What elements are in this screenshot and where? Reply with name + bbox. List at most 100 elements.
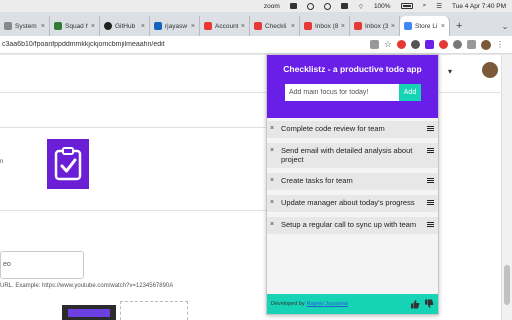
main-focus-input[interactable] (285, 84, 399, 101)
task-item[interactable]: × Update manager about today's progress (267, 195, 438, 212)
remove-task-icon[interactable]: × (270, 124, 281, 132)
search-icon[interactable]: ⌕ (423, 0, 427, 12)
tab-title: Store Li (415, 22, 438, 30)
url-hint-text: URL. Example: https://www.youtube.com/wa… (0, 283, 174, 289)
status-icon[interactable] (340, 0, 348, 12)
puzzle-icon[interactable] (467, 40, 476, 49)
drag-handle-icon[interactable] (427, 124, 436, 131)
browser-tab[interactable]: rjayasw × (150, 16, 200, 36)
tab-favicon (404, 22, 412, 30)
avatar[interactable] (482, 62, 498, 78)
bookmark-star-icon[interactable]: ☆ (384, 39, 392, 50)
battery-percent: 100% (373, 2, 391, 10)
popup-footer: Developed by Rajeev Jayaswal (267, 294, 438, 314)
browser-tab[interactable]: Squad h × (50, 16, 100, 36)
remove-task-icon[interactable]: × (270, 146, 281, 154)
task-item[interactable]: × Setup a regular call to sync up with t… (267, 217, 438, 234)
tab-close-icon[interactable]: × (41, 23, 45, 30)
address-bar[interactable]: c3aa6b10/fpoanfppddmmkkjckjomcbmjilmeaah… (0, 41, 370, 48)
wifi-icon[interactable]: ⌔ (358, 0, 364, 12)
browser-tab[interactable]: System F × (0, 16, 50, 36)
divider (0, 210, 290, 211)
tab-close-icon[interactable]: × (391, 23, 395, 30)
new-tab-button[interactable]: + (450, 16, 468, 36)
tab-close-icon[interactable]: × (191, 23, 195, 30)
browser-toolbar: c3aa6b10/fpoanfppddmmkkjckjomcbmjilmeaah… (0, 36, 512, 54)
control-center-icon[interactable]: ☰ (436, 0, 442, 12)
status-icon[interactable] (289, 0, 297, 12)
popup-header: Checklistz - a productive todo app Add (267, 55, 438, 118)
extension-icon[interactable] (411, 40, 420, 49)
tab-close-icon[interactable]: × (141, 23, 145, 30)
divider (0, 127, 290, 128)
browser-tab[interactable]: GitHub × (100, 16, 150, 36)
tab-title: Squad h (65, 22, 88, 30)
author-link[interactable]: Rajeev Jayaswal (307, 301, 348, 307)
extension-icon[interactable] (439, 40, 448, 49)
task-text[interactable]: Setup a regular call to sync up with tea… (281, 220, 427, 229)
task-item[interactable]: × Send email with detailed analysis abou… (267, 143, 438, 168)
extension-logo-clipboard-icon (47, 139, 89, 189)
tab-close-icon[interactable]: × (291, 23, 295, 30)
remove-task-icon[interactable]: × (270, 176, 281, 184)
browser-tab[interactable]: Inbox (8 × (300, 16, 350, 36)
browser-tab-strip: System F × Squad h × GitHub × rjayasw × … (0, 12, 512, 36)
drag-handle-icon[interactable] (427, 176, 436, 183)
thumbs-down-icon[interactable] (424, 299, 434, 309)
remove-task-icon[interactable]: × (270, 198, 281, 206)
zoom-menu-item[interactable]: zoom (264, 0, 280, 12)
task-item[interactable]: × Create tasks for team (267, 173, 438, 190)
video-url-input[interactable]: eo (0, 251, 84, 279)
checklistz-extension-icon[interactable] (425, 40, 434, 49)
remove-task-icon[interactable]: × (270, 220, 281, 228)
drag-handle-icon[interactable] (427, 198, 436, 205)
browser-tab-active[interactable]: Store Li × (400, 16, 450, 36)
tab-title: GitHub (115, 22, 136, 30)
extension-icons: ☆ ⋮ (369, 39, 512, 50)
tab-favicon (304, 22, 312, 30)
browser-tab[interactable]: Inbox (3 × (350, 16, 400, 36)
tab-close-icon[interactable]: × (441, 23, 445, 30)
drag-handle-icon[interactable] (427, 146, 436, 153)
upload-placeholder[interactable] (120, 301, 188, 320)
kebab-menu-icon[interactable]: ⋮ (496, 40, 504, 49)
tab-close-icon[interactable]: × (91, 23, 95, 30)
tab-search-button[interactable]: ⌄ (498, 16, 512, 36)
task-list: × Complete code review for team × Send e… (267, 121, 438, 239)
drag-handle-icon[interactable] (427, 220, 436, 227)
tab-favicon (154, 22, 162, 30)
browser-tab[interactable]: Checkli × (250, 16, 300, 36)
thumbs-up-icon[interactable] (410, 299, 420, 309)
task-item[interactable]: × Complete code review for team (267, 121, 438, 138)
extension-icon[interactable] (397, 40, 406, 49)
tab-close-icon[interactable]: × (341, 23, 345, 30)
task-text[interactable]: Complete code review for team (281, 124, 427, 133)
share-icon[interactable] (369, 40, 379, 49)
tab-close-icon[interactable]: × (241, 23, 245, 30)
status-icon[interactable] (323, 0, 331, 12)
screenshot-thumbnail[interactable] (62, 305, 116, 320)
browser-tab[interactable]: Account × (200, 16, 250, 36)
tab-favicon (4, 22, 12, 30)
task-text[interactable]: Update manager about today's progress (281, 198, 427, 207)
macos-menubar: zoom ⌔ 100% ⌕ ☰ Tue 4 Apr 7:40 PM (0, 0, 512, 12)
status-icon[interactable] (306, 0, 314, 12)
extension-icon[interactable] (453, 40, 462, 49)
battery-icon[interactable] (400, 0, 413, 12)
tab-title: Inbox (8 (315, 22, 338, 30)
chevron-down-icon[interactable]: ▾ (448, 67, 452, 76)
footer-label: Developed by (271, 301, 305, 307)
page-scrollbar[interactable] (501, 55, 512, 320)
tab-title: Inbox (3 (365, 22, 388, 30)
task-text[interactable]: Send email with detailed analysis about … (281, 146, 427, 164)
tab-title: Account (215, 22, 238, 30)
task-text[interactable]: Create tasks for team (281, 176, 427, 185)
tab-title: System F (15, 22, 38, 30)
profile-avatar[interactable] (481, 39, 491, 50)
menubar-clock[interactable]: Tue 4 Apr 7:40 PM (452, 0, 506, 12)
tab-favicon (254, 22, 262, 30)
tab-favicon (204, 22, 212, 30)
tab-favicon (354, 22, 362, 30)
add-task-button[interactable]: Add (399, 84, 421, 101)
tab-favicon (54, 22, 62, 30)
